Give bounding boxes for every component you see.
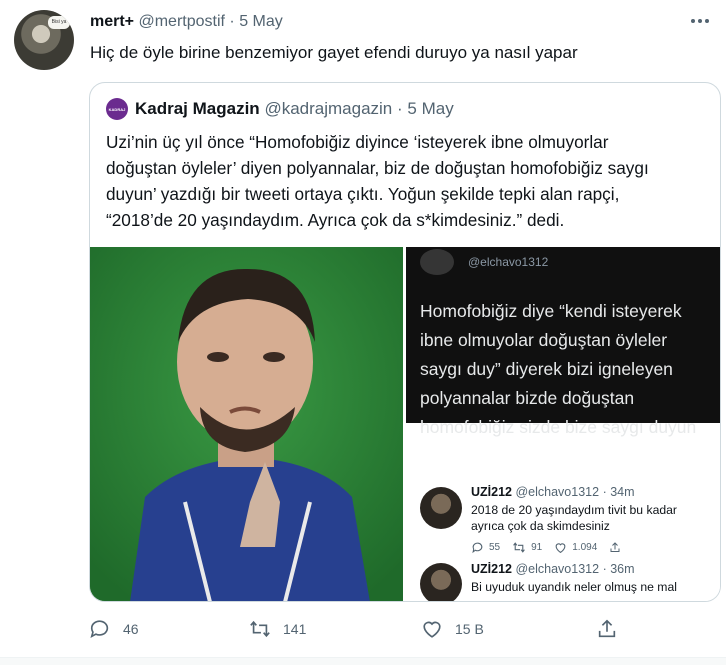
reply-line: Bi uyuduk uyandık neler olmuş ne mal [471, 580, 677, 594]
quote-text-line: Uzi’nin üç yıl önce “Homofobiğiz diyince… [106, 132, 609, 152]
quote-author-avatar[interactable]: KADRAJ [106, 98, 128, 120]
comment-icon [472, 542, 483, 554]
more-icon[interactable] [690, 8, 710, 29]
retweet-count: 141 [283, 621, 307, 637]
tweet-header: mert+ @mertpostif · 5 May [90, 13, 283, 31]
reply-time: 36m [610, 562, 635, 576]
reply-time: 34m [610, 485, 635, 499]
dark-tweet-screenshot: @elchavo1312 Homofobiğiz diye “kendi ist… [406, 247, 720, 437]
reply-button[interactable]: 46 [89, 618, 139, 640]
reply-handle: @elchavo1312 [515, 485, 600, 499]
quote-date[interactable]: 5 May [407, 99, 453, 119]
reply-avatar [420, 487, 462, 529]
rapper-portrait [90, 247, 403, 601]
quote-text-line: doğuştan öyleler’ diyen polyannalar, biz… [106, 158, 649, 178]
reply-separator: · [602, 562, 607, 576]
share-icon [598, 619, 616, 638]
dark-line: Homofobiğiz diye “kendi isteyerek [420, 301, 682, 321]
author-handle[interactable]: @mertpostif [138, 13, 224, 30]
reply-header: UZİ212 @elchavo1312 · 36m [471, 562, 635, 576]
tweet[interactable]: Bisi ya mert+ @mertpostif · 5 May Hiç de… [0, 0, 726, 665]
share-button[interactable] [596, 618, 618, 640]
dark-line: polyannalar bizde doğuştan [420, 388, 635, 408]
reply-name: UZİ212 [471, 562, 512, 576]
reply-comment-stat: 55 [471, 541, 500, 554]
quote-author-handle[interactable]: @kadrajmagazin [264, 99, 392, 119]
reply-avatar [420, 563, 462, 601]
reply-text: 2018 de 20 yaşındaydım tivit bu kadar ay… [471, 502, 677, 534]
reply-count: 46 [123, 621, 139, 637]
reply-share-stat [609, 541, 621, 554]
author-name[interactable]: mert+ [90, 13, 134, 30]
dark-line: ibne olmuyolar doğuştan öyleler [420, 330, 668, 350]
quote-header: KADRAJ Kadraj Magazin @kadrajmagazin · 5… [106, 98, 454, 120]
header-separator: · [229, 13, 235, 30]
reply-handle: @elchavo1312 [515, 562, 600, 576]
reply-like-stat: 1.094 [554, 541, 597, 554]
dark-line: homofobiğiz sizde bize saygı duyun [420, 417, 697, 437]
quote-separator: · [397, 99, 403, 118]
reply-line: 2018 de 20 yaşındaydım tivit bu kadar [471, 503, 677, 517]
reply-comment-count: 55 [489, 542, 501, 553]
heart-icon [555, 543, 566, 554]
dark-handle: @elchavo1312 [468, 255, 549, 269]
media-photo-rapper[interactable] [90, 247, 403, 601]
reply-text: Bi uyuduk uyandık neler olmuş ne mal [471, 579, 677, 595]
tweet-date[interactable]: 5 May [239, 13, 283, 30]
reply-line: ayrıca çok da skimdesiniz [471, 519, 610, 533]
quote-text-line: “2018’de 20 yaşındaydım. Ayrıca çok da s… [106, 210, 565, 230]
reply-like-count: 1.094 [572, 542, 598, 553]
dark-line: saygı duy” diyerek bizi igneleyen [420, 359, 673, 379]
reply-icon [90, 620, 109, 638]
reply-name: UZİ212 [471, 485, 512, 499]
heart-icon [423, 621, 441, 638]
media-screenshot[interactable]: @elchavo1312 Homofobiğiz diye “kendi ist… [406, 247, 720, 601]
quote-author-name[interactable]: Kadraj Magazin [135, 99, 260, 119]
dark-avatar [420, 249, 454, 275]
quote-text: Uzi’nin üç yıl önce “Homofobiğiz diyince… [106, 129, 712, 233]
avatar-speech-bubble: Bisi ya [48, 16, 70, 29]
retweet-icon [250, 620, 270, 638]
tweet-text: Hiç de öyle birine benzemiyor gayet efen… [90, 43, 578, 62]
like-button[interactable]: 15 B [421, 618, 484, 640]
reply-retweet-stat: 91 [512, 541, 542, 554]
quote-text-line: duyun’ yazdığı bir tweeti ortaya çıktı. … [106, 184, 620, 204]
reply-actions: 55 91 1.094 [471, 541, 621, 554]
bottom-band [0, 658, 726, 665]
tweet-actions: 46 141 15 B [89, 618, 719, 644]
reply-header: UZİ212 @elchavo1312 · 34m [471, 485, 635, 499]
like-count: 15 B [455, 621, 484, 637]
author-avatar[interactable]: Bisi ya [14, 10, 74, 70]
dark-tweet-text: Homofobiğiz diye “kendi isteyerek ibne o… [420, 297, 696, 442]
quoted-tweet[interactable]: KADRAJ Kadraj Magazin @kadrajmagazin · 5… [89, 82, 721, 602]
reply-retweet-count: 91 [531, 542, 543, 553]
retweet-button[interactable]: 141 [249, 618, 306, 640]
retweet-icon [513, 542, 525, 553]
reply-separator: · [602, 485, 607, 499]
share-icon [610, 542, 620, 552]
